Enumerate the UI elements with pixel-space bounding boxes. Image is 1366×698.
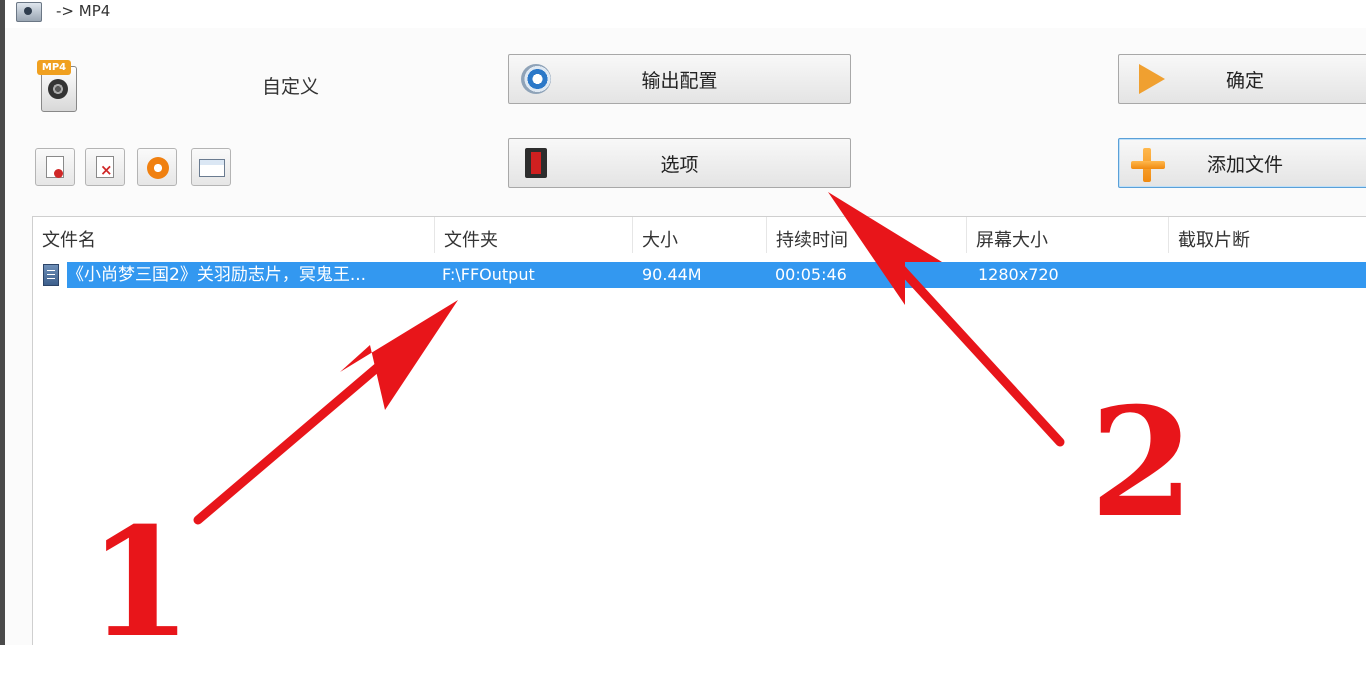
column-header-folder[interactable]: 文件夹 bbox=[435, 217, 633, 253]
toolbar-info-button[interactable] bbox=[191, 148, 231, 186]
video-file-icon bbox=[43, 264, 59, 286]
output-config-label: 输出配置 bbox=[641, 69, 718, 92]
ok-button[interactable]: 确定 bbox=[1118, 54, 1366, 104]
column-header-clip[interactable]: 截取片断 bbox=[1169, 217, 1366, 253]
file-list-header: 文件名 文件夹 大小 持续时间 屏幕大小 截取片断 bbox=[33, 217, 1366, 253]
cell-duration: 00:05:46 bbox=[775, 265, 847, 284]
app-icon bbox=[16, 2, 42, 22]
cell-filename: 《小尚梦三国2》关羽励志片，冥鬼王... bbox=[67, 265, 367, 285]
column-header-size[interactable]: 大小 bbox=[633, 217, 767, 253]
table-row[interactable]: 《小尚梦三国2》关羽励志片，冥鬼王... F:\FFOutput 90.44M … bbox=[67, 262, 1366, 288]
cell-clip bbox=[1179, 262, 1359, 288]
toolbar-remove-button[interactable]: × bbox=[85, 148, 125, 186]
cell-screen-size: 1280x720 bbox=[978, 265, 1059, 284]
file-list[interactable]: 文件名 文件夹 大小 持续时间 屏幕大小 截取片断 《小尚梦三国2》关羽励志片，… bbox=[32, 216, 1366, 645]
output-config-button[interactable]: 输出配置 bbox=[508, 54, 851, 104]
add-file-label: 添加文件 bbox=[1206, 153, 1283, 176]
toolbar-play-button[interactable] bbox=[137, 148, 177, 186]
output-config-icon bbox=[521, 64, 551, 94]
column-header-duration[interactable]: 持续时间 bbox=[767, 217, 967, 253]
mp4-format-icon: MP4 bbox=[37, 60, 79, 112]
options-button[interactable]: 选项 bbox=[508, 138, 851, 188]
title-bar: -> MP4 bbox=[5, 0, 1366, 28]
column-header-screen-size[interactable]: 屏幕大小 bbox=[967, 217, 1169, 253]
column-header-filename[interactable]: 文件名 bbox=[33, 217, 435, 253]
plus-icon bbox=[1131, 148, 1165, 182]
ok-label: 确定 bbox=[1225, 69, 1264, 92]
options-label: 选项 bbox=[660, 153, 699, 176]
toolbar-add-button[interactable] bbox=[35, 148, 75, 186]
play-icon bbox=[147, 157, 169, 179]
main-panel: MP4 自定义 输出配置 选项 确定 添加文件 × 文件名 文件夹 大小 持续时… bbox=[5, 28, 1366, 645]
bottom-blank bbox=[0, 645, 1366, 698]
cell-folder: F:\FFOutput bbox=[442, 265, 535, 284]
cell-size: 90.44M bbox=[642, 265, 702, 284]
arrow-right-icon bbox=[1139, 64, 1165, 94]
profile-label: 自定义 bbox=[262, 76, 320, 98]
film-cut-icon bbox=[525, 148, 547, 178]
media-info-icon bbox=[199, 159, 225, 177]
window-title: -> MP4 bbox=[56, 2, 111, 20]
add-file-button[interactable]: 添加文件 bbox=[1118, 138, 1366, 188]
